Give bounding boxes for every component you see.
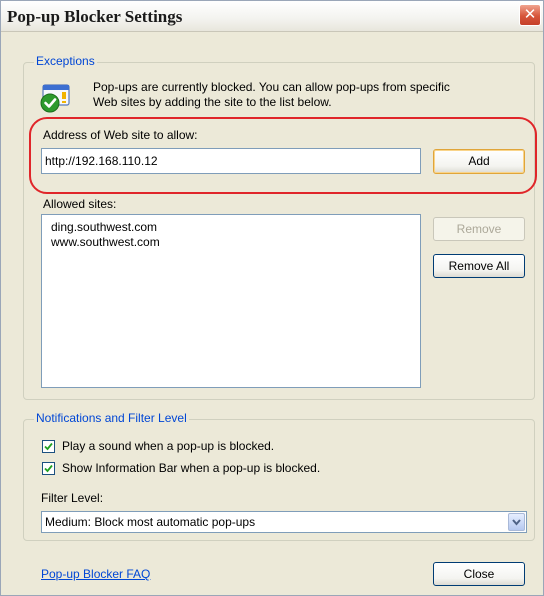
filter-level-value: Medium: Block most automatic pop-ups: [45, 515, 256, 529]
notifications-legend: Notifications and Filter Level: [34, 411, 189, 425]
info-bar-label[interactable]: Show Information Bar when a pop-up is bl…: [62, 461, 320, 475]
chevron-down-icon[interactable]: [508, 513, 525, 531]
exceptions-legend: Exceptions: [34, 54, 97, 68]
checkmark-icon: [44, 464, 53, 473]
title-bar[interactable]: Pop-up Blocker Settings ✕: [1, 1, 543, 32]
close-window-icon[interactable]: ✕: [519, 4, 541, 26]
list-item[interactable]: ding.southwest.com: [51, 220, 157, 234]
allowed-sites-label: Allowed sites:: [43, 197, 117, 211]
checkmark-icon: [44, 442, 53, 451]
play-sound-label[interactable]: Play a sound when a pop-up is blocked.: [62, 439, 274, 453]
filter-level-select[interactable]: Medium: Block most automatic pop-ups: [41, 511, 527, 533]
window-title: Pop-up Blocker Settings: [7, 7, 183, 26]
info-line-1: Pop-ups are currently blocked. You can a…: [93, 80, 450, 94]
remove-button[interactable]: Remove: [433, 217, 525, 241]
highlight-annotation: [29, 117, 537, 194]
exceptions-info-text: Pop-ups are currently blocked. You can a…: [93, 80, 513, 110]
info-bar-checkbox[interactable]: [42, 462, 55, 475]
allowed-sites-list[interactable]: ding.southwest.com www.southwest.com: [41, 214, 421, 388]
popup-blocker-faq-link[interactable]: Pop-up Blocker FAQ: [41, 567, 150, 581]
info-line-2: Web sites by adding the site to the list…: [93, 95, 332, 109]
remove-all-button[interactable]: Remove All: [433, 254, 525, 278]
play-sound-checkbox[interactable]: [42, 440, 55, 453]
list-item[interactable]: www.southwest.com: [51, 235, 160, 249]
popup-blocker-dialog: Pop-up Blocker Settings ✕ Exceptions Pop…: [0, 0, 544, 596]
shield-check-icon: [39, 82, 71, 114]
filter-level-label: Filter Level:: [41, 491, 104, 505]
close-button[interactable]: Close: [433, 562, 525, 586]
